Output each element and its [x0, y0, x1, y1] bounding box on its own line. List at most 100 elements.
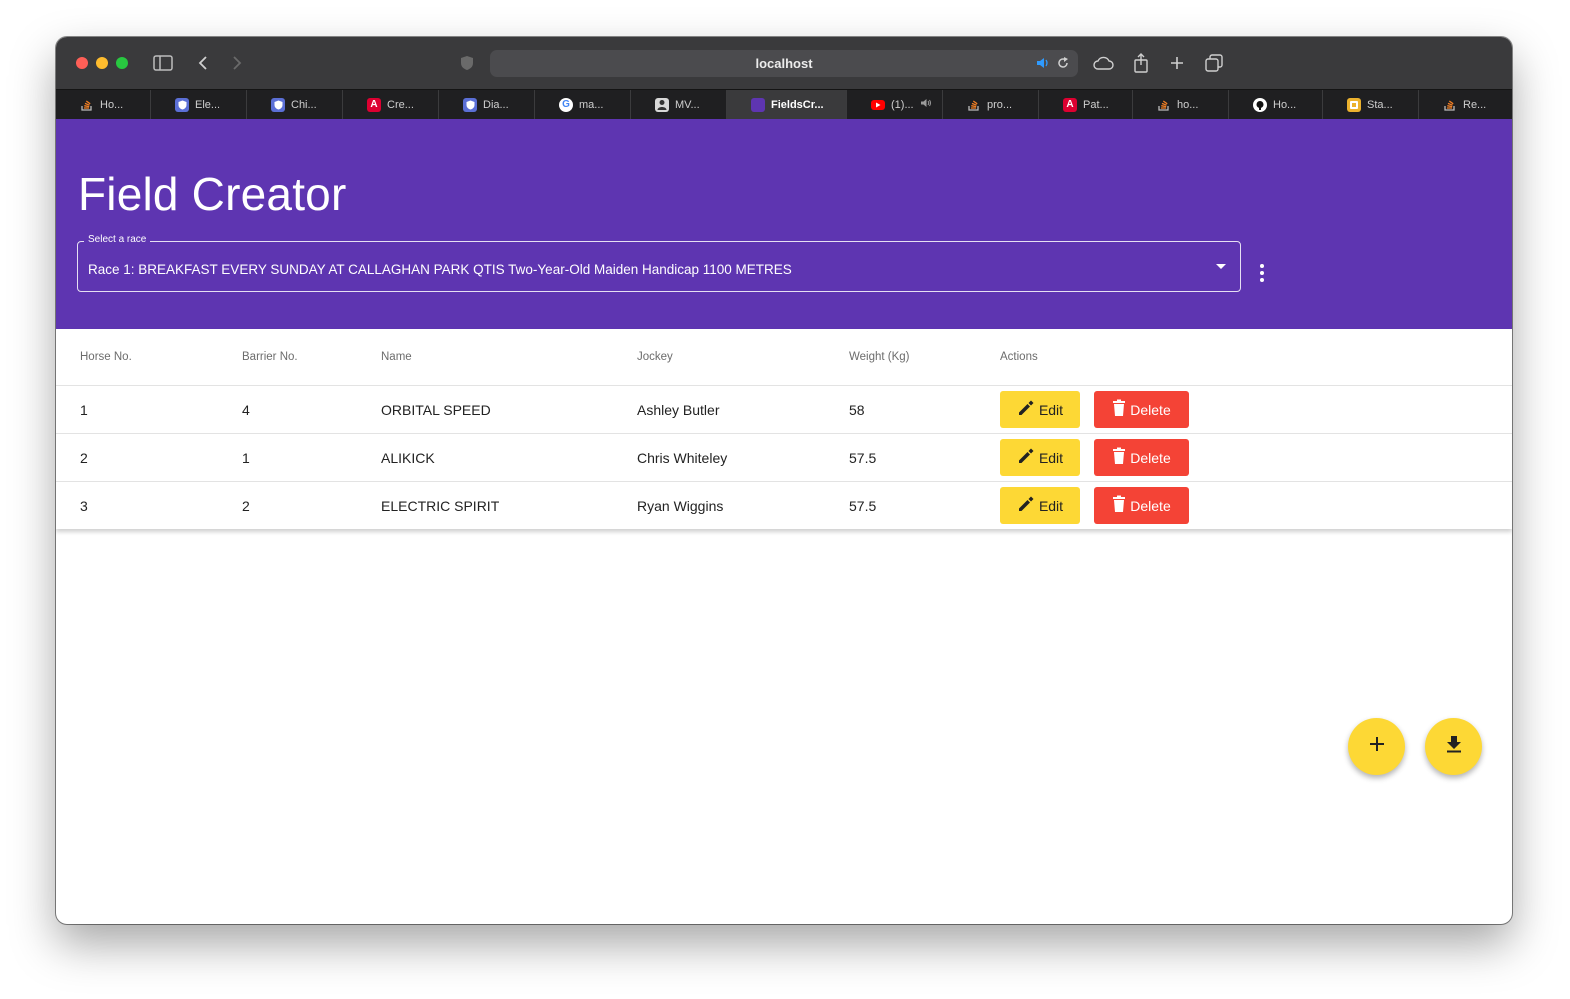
download-icon — [1446, 735, 1462, 758]
tab-5[interactable]: G ma... — [535, 90, 631, 119]
tab-label: ho... — [1177, 98, 1199, 111]
sound-playing-icon[interactable] — [1036, 56, 1050, 75]
field-table: Horse No. Barrier No. Name Jockey Weight… — [56, 329, 1512, 529]
delete-button[interactable]: Delete — [1094, 487, 1189, 524]
stackoverflow-icon — [80, 98, 94, 112]
tab-label: Dia... — [483, 98, 509, 111]
weight-cell: 58 — [849, 402, 865, 418]
table-row: 2 1 ALIKICK Chris Whiteley 57.5 Edit Del… — [56, 433, 1512, 482]
jockey-cell: Chris Whiteley — [637, 450, 728, 466]
browser-window: localhost Ho... Ele... Chi... A Cre... D… — [56, 37, 1512, 924]
tab-1[interactable]: Ele... — [151, 90, 247, 119]
table-row: 1 4 ORBITAL SPEED Ashley Butler 58 Edit … — [56, 385, 1512, 434]
address-bar[interactable]: localhost — [490, 50, 1078, 77]
edit-label: Edit — [1038, 497, 1064, 514]
tab-label: Ho... — [1273, 98, 1297, 111]
edit-button[interactable]: Edit — [1000, 487, 1080, 524]
horse-no-cell: 1 — [80, 402, 88, 418]
weight-cell: 57.5 — [849, 498, 877, 514]
race-select[interactable]: Select a race Race 1: BREAKFAST EVERY SU… — [77, 234, 1241, 292]
tab-label: Re... — [1463, 98, 1487, 111]
tab-8[interactable]: (1)... — [847, 90, 943, 119]
zoom-window-button[interactable] — [116, 57, 128, 69]
jockey-cell: Ryan Wiggins — [637, 498, 724, 514]
tab-2[interactable]: Chi... — [247, 90, 343, 119]
barrier-no-cell: 1 — [242, 450, 250, 466]
edit-label: Edit — [1038, 449, 1064, 466]
trash-icon — [1112, 399, 1126, 420]
youtube-icon — [871, 99, 885, 110]
tab-9[interactable]: pro... — [943, 90, 1039, 119]
tab-10[interactable]: A Pat... — [1039, 90, 1133, 119]
app-icon — [751, 97, 765, 112]
tab-label: Ho... — [100, 98, 124, 111]
stackoverflow-icon — [1443, 98, 1457, 112]
delete-button[interactable]: Delete — [1094, 391, 1189, 428]
table-row: 3 2 ELECTRIC SPIRIT Ryan Wiggins 57.5 Ed… — [56, 481, 1512, 530]
edit-button[interactable]: Edit — [1000, 391, 1080, 428]
tab-13[interactable]: Sta... — [1323, 90, 1419, 119]
dropdown-arrow-icon — [1216, 264, 1226, 269]
trash-icon — [1112, 495, 1126, 516]
page-title: Field Creator — [78, 168, 347, 220]
slack-icon — [1347, 97, 1361, 112]
plus-icon — [1369, 736, 1385, 757]
tab-label: FieldsCr... — [771, 98, 824, 111]
delete-label: Delete — [1130, 401, 1171, 418]
jockey-cell: Ashley Butler — [637, 402, 720, 418]
column-header-jockey[interactable]: Jockey — [637, 351, 673, 363]
column-header-horse-no[interactable]: Horse No. — [80, 351, 132, 363]
tab-14[interactable]: Re... — [1419, 90, 1512, 119]
tab-label: Pat... — [1083, 98, 1109, 111]
tab-3[interactable]: A Cre... — [343, 90, 439, 119]
tab-label: ma... — [579, 98, 604, 111]
trash-icon — [1112, 447, 1126, 468]
shield-app-icon — [175, 97, 189, 112]
privacy-shield-icon[interactable] — [456, 52, 478, 74]
race-select-label: Select a race — [84, 234, 151, 245]
url-text: localhost — [755, 56, 813, 71]
tab-6[interactable]: MV... — [631, 90, 727, 119]
tab-overview-icon[interactable] — [1203, 52, 1225, 74]
tab-7-active[interactable]: FieldsCr... — [727, 90, 847, 119]
tab-label: Cre... — [387, 98, 414, 111]
new-tab-icon[interactable] — [1166, 52, 1188, 74]
column-header-barrier-no[interactable]: Barrier No. — [242, 351, 298, 363]
back-icon[interactable] — [192, 52, 214, 74]
minimize-window-button[interactable] — [96, 57, 108, 69]
more-options-icon[interactable] — [1252, 261, 1272, 285]
tab-0[interactable]: Ho... — [56, 90, 151, 119]
tab-label: Chi... — [291, 98, 317, 111]
column-header-actions: Actions — [1000, 351, 1038, 363]
browser-titlebar: localhost — [56, 37, 1512, 89]
horse-name-cell: ELECTRIC SPIRIT — [381, 498, 500, 514]
weight-cell: 57.5 — [849, 450, 877, 466]
reload-icon[interactable] — [1056, 56, 1070, 75]
column-header-weight[interactable]: Weight (Kg) — [849, 351, 910, 363]
delete-label: Delete — [1130, 449, 1171, 466]
sidebar-toggle-icon[interactable] — [152, 52, 174, 74]
icloud-icon[interactable] — [1092, 52, 1114, 74]
barrier-no-cell: 2 — [242, 498, 250, 514]
edit-label: Edit — [1038, 401, 1064, 418]
edit-button[interactable]: Edit — [1000, 439, 1080, 476]
speaker-icon[interactable] — [920, 98, 932, 111]
add-horse-button[interactable] — [1348, 718, 1405, 775]
race-select-value: Race 1: BREAKFAST EVERY SUNDAY AT CALLAG… — [88, 262, 792, 277]
delete-label: Delete — [1130, 497, 1171, 514]
share-icon[interactable] — [1130, 52, 1152, 74]
tab-12[interactable]: Ho... — [1229, 90, 1323, 119]
close-window-button[interactable] — [76, 57, 88, 69]
forward-icon[interactable] — [226, 52, 248, 74]
tab-11[interactable]: ho... — [1133, 90, 1229, 119]
tab-4[interactable]: Dia... — [439, 90, 535, 119]
github-icon — [1253, 97, 1267, 112]
download-button[interactable] — [1425, 718, 1482, 775]
stackoverflow-icon — [1157, 98, 1171, 112]
column-header-name[interactable]: Name — [381, 351, 412, 363]
delete-button[interactable]: Delete — [1094, 439, 1189, 476]
tab-bar: Ho... Ele... Chi... A Cre... Dia... G ma… — [56, 89, 1512, 119]
avatar-icon — [655, 97, 669, 112]
horse-name-cell: ALIKICK — [381, 450, 435, 466]
tab-label: MV... — [675, 98, 700, 111]
